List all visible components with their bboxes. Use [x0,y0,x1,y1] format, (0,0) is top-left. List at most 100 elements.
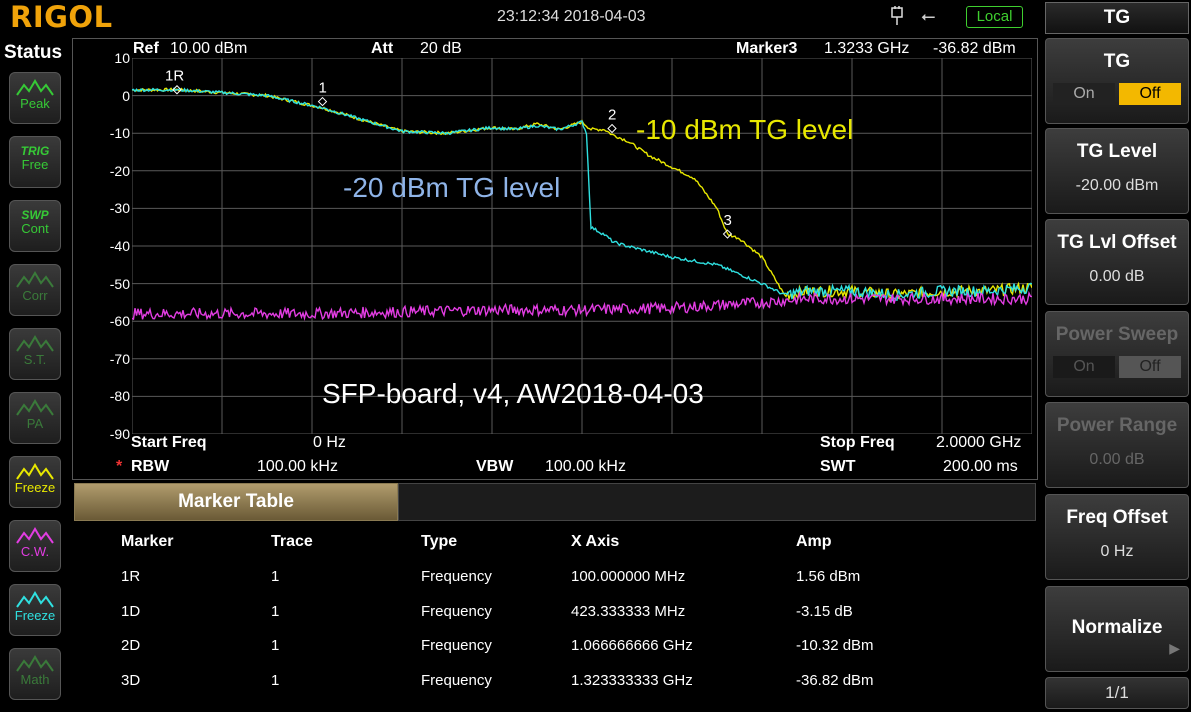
status-button-5[interactable]: PA [9,392,61,444]
y-tick-label: -40 [109,238,130,254]
tg-level-offset-button[interactable]: TG Lvl Offset 0.00 dB [1045,219,1189,305]
y-tick-label: -20 [109,162,130,179]
status-button-6[interactable]: Freeze [9,456,61,508]
marker-readout-label: Marker3 [736,40,798,57]
freq-offset-button[interactable]: Freq Offset 0 Hz [1045,494,1189,580]
marker-table-cell: 1 [271,568,280,585]
marker-readout-amp: -36.82 dBm [933,40,1016,57]
power-sweep-label: Power Sweep [1055,324,1179,345]
marker-table-cell: 423.333333 MHz [571,602,686,620]
wave-icon [16,655,54,672]
tg-level-button[interactable]: TG Level -20.00 dBm [1045,128,1189,214]
stop-freq-value[interactable]: 2.0000 GHz [936,434,1021,452]
marker-table-header: Type [421,533,458,550]
power-range-value: 0.00 dB [1089,451,1145,468]
tg-level-offset-label: TG Lvl Offset [1057,232,1177,253]
status-button-1[interactable]: TRIG Free [9,136,61,188]
marker-table-header: X Axis [571,533,620,550]
tg-level-offset-value: 0.00 dB [1089,268,1145,285]
rbw-manual-star: * [116,458,123,475]
ref-value[interactable]: 10.00 dBm [170,40,247,58]
power-sweep-switch[interactable]: On Off [1053,356,1181,378]
status-button-8[interactable]: Freeze [9,584,61,636]
normalize-label: Normalize [1071,617,1163,638]
y-tick-label: -60 [109,313,130,330]
marker-table-cell: Frequency [421,671,492,689]
y-tick-label: -30 [109,200,130,217]
status-button-label: Peak [20,96,50,111]
status-button-2[interactable]: SWP Cont [9,200,61,252]
y-tick-label: 10 [114,50,130,66]
wave-icon [16,399,54,416]
marker-table-cell: 1.323333333 GHz [571,671,693,689]
power-range-button[interactable]: Power Range 0.00 dB [1045,402,1189,488]
status-button-label: Freeze [14,480,56,495]
tg-level-label: TG Level [1076,141,1158,162]
marker-label: 3 [723,212,731,229]
usb-icon: ⭠ [921,6,936,26]
att-value[interactable]: 20 dB [420,40,462,58]
marker-table-header: Amp [796,533,832,550]
power-sweep-button[interactable]: Power Sweep On Off [1045,311,1189,397]
menu-page-indicator[interactable]: 1/1 [1045,677,1189,709]
rbw-label: RBW [131,458,170,475]
wave-icon [16,335,54,352]
status-button-label: Math [20,672,50,687]
rbw-value[interactable]: 100.00 kHz [257,458,338,476]
status-panel-title: Status [4,42,63,63]
power-range-label: Power Range [1056,415,1178,436]
tg20-annotation: -20 dBm TG level [343,172,561,203]
normalize-button[interactable]: Normalize ▶ [1045,586,1189,672]
y-tick-label: -70 [109,350,130,367]
submenu-arrow-icon: ▶ [1169,640,1180,656]
start-freq-label: Start Freq [131,434,207,451]
marker-table-cell: -36.82 dBm [796,671,874,689]
marker-point[interactable] [607,123,617,134]
wave-icon [16,271,54,288]
power-sweep-off-option[interactable]: Off [1119,356,1181,378]
marker-table-cell: 3D [121,671,141,689]
stop-freq-label: Stop Freq [820,434,895,451]
marker-point[interactable] [317,96,328,107]
datetime-display: 23:12:34 2018-04-03 [497,8,646,25]
status-button-4[interactable]: S.T. [9,328,61,380]
marker-label: 1R [165,68,184,85]
marker-table-cell: Frequency [421,568,492,585]
marker-table-header: Trace [271,533,313,550]
status-button-label: S.T. [23,352,47,367]
y-tick-label: -50 [109,275,130,292]
status-button-7[interactable]: C.W. [9,520,61,572]
marker-table-tabbar [398,483,1036,521]
swt-value[interactable]: 200.00 ms [943,458,1018,476]
y-tick-label: -90 [109,426,130,442]
tg-on-option[interactable]: On [1053,83,1115,105]
marker-table-tab[interactable]: Marker Table [74,483,398,521]
tg-on-off-switch[interactable]: On Off [1053,83,1181,105]
status-button-label: Free [21,157,49,172]
status-button-label: Corr [22,288,48,303]
status-button-3[interactable]: Corr [9,264,61,316]
wave-icon [16,591,54,608]
marker-table-header: Marker [121,533,174,550]
tg-off-option[interactable]: Off [1119,83,1181,105]
marker-table-cell: 1R [121,568,141,585]
status-button-0[interactable]: Peak [9,72,61,124]
menu-title: TG [1045,2,1189,34]
status-button-9[interactable]: Math [9,648,61,700]
marker-table-cell: -3.15 dB [796,602,853,620]
plug-icon [891,6,903,25]
y-tick-label: -10 [109,125,130,142]
remote-status-badge[interactable]: Local [966,6,1023,28]
board-annotation: SFP-board, v4, AW2018-04-03 [322,378,704,409]
power-sweep-on-option[interactable]: On [1053,356,1115,378]
marker-table-cell: -10.32 dBm [796,637,874,655]
y-tick-label: -80 [109,388,130,405]
rigol-logo: RIGOL [10,0,113,34]
tg-toggle-button[interactable]: TG On Off [1045,38,1189,124]
status-button-label: Freeze [14,608,56,623]
start-freq-value[interactable]: 0 Hz [313,434,346,452]
vbw-value[interactable]: 100.00 kHz [545,458,626,476]
y-tick-label: 0 [122,87,130,104]
marker-label: 2 [608,107,616,124]
status-button-label: Cont [21,221,49,236]
